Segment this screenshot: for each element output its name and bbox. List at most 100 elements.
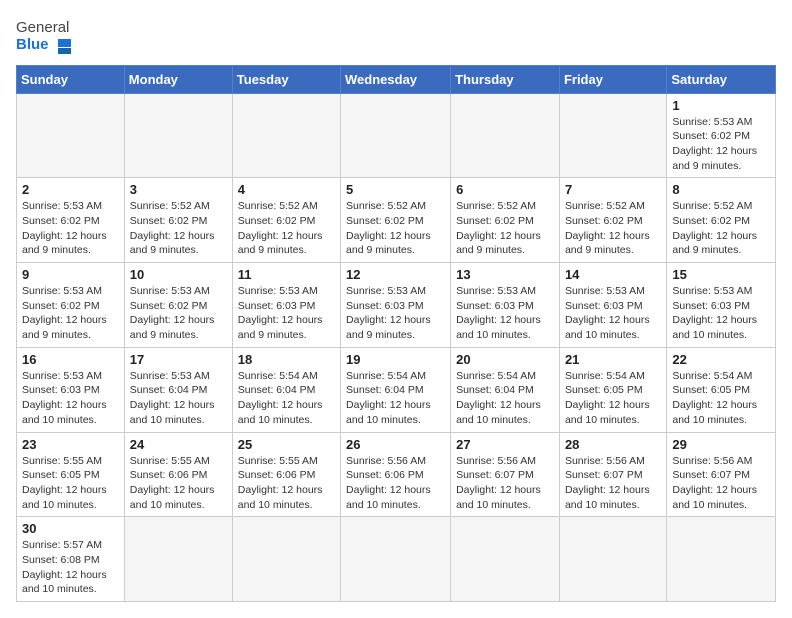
day-info: Sunrise: 5:57 AMSunset: 6:08 PMDaylight:… (22, 538, 119, 597)
day-info: Sunrise: 5:52 AMSunset: 6:02 PMDaylight:… (456, 199, 554, 258)
day-info: Sunrise: 5:53 AMSunset: 6:04 PMDaylight:… (130, 369, 227, 428)
calendar-cell: 20 Sunrise: 5:54 AMSunset: 6:04 PMDayligh… (451, 347, 560, 432)
calendar-cell: 10 Sunrise: 5:53 AMSunset: 6:02 PMDayligh… (124, 263, 232, 348)
day-number: 25 (238, 437, 335, 452)
calendar-cell: 5Sunrise: 5:52 AMSunset: 6:02 PMDaylight… (341, 178, 451, 263)
calendar-cell: 29Sunrise: 5:56 AMSunset: 6:07 PMDayligh… (667, 432, 776, 517)
calendar: SundayMondayTuesdayWednesdayThursdayFrid… (16, 65, 776, 603)
day-number: 21 (565, 352, 661, 367)
day-info: Sunrise: 5:53 AMSunset: 6:02 PMDaylight:… (130, 284, 227, 343)
weekday-header-tuesday: Tuesday (232, 65, 340, 93)
day-number: 26 (346, 437, 445, 452)
calendar-cell: 12 Sunrise: 5:53 AMSunset: 6:03 PMDayligh… (341, 263, 451, 348)
weekday-header-thursday: Thursday (451, 65, 560, 93)
day-number: 16 (22, 352, 119, 367)
day-info: Sunrise: 5:53 AMSunset: 6:03 PMDaylight:… (22, 369, 119, 428)
calendar-cell: 1 Sunrise: 5:53 AMSunset: 6:02 PMDaylight… (667, 93, 776, 178)
day-number: 2 (22, 182, 119, 197)
day-info: Sunrise: 5:54 AMSunset: 6:04 PMDaylight:… (238, 369, 335, 428)
day-info: Sunrise: 5:53 AMSunset: 6:03 PMDaylight:… (346, 284, 445, 343)
day-number: 11 (238, 267, 335, 282)
logo-wrapper: General Blue (16, 20, 71, 55)
calendar-cell: 28 Sunrise: 5:56 AMSunset: 6:07 PMDayligh… (559, 432, 666, 517)
calendar-cell: 27 Sunrise: 5:56 AMSunset: 6:07 PMDayligh… (451, 432, 560, 517)
day-number: 9 (22, 267, 119, 282)
day-number: 3 (130, 182, 227, 197)
logo-triangle-icon (53, 37, 71, 55)
day-info: Sunrise: 5:53 AMSunset: 6:03 PMDaylight:… (456, 284, 554, 343)
day-number: 18 (238, 352, 335, 367)
week-row-5: 23 Sunrise: 5:55 AMSunset: 6:05 PMDayligh… (17, 432, 776, 517)
logo: General Blue (16, 16, 71, 55)
calendar-cell (341, 517, 451, 602)
week-row-4: 16 Sunrise: 5:53 AMSunset: 6:03 PMDayligh… (17, 347, 776, 432)
calendar-cell: 16 Sunrise: 5:53 AMSunset: 6:03 PMDayligh… (17, 347, 125, 432)
weekday-header-friday: Friday (559, 65, 666, 93)
calendar-cell: 13 Sunrise: 5:53 AMSunset: 6:03 PMDayligh… (451, 263, 560, 348)
weekday-header-saturday: Saturday (667, 65, 776, 93)
day-info: Sunrise: 5:53 AMSunset: 6:02 PMDaylight:… (672, 115, 770, 174)
logo-line1: General (16, 20, 69, 37)
calendar-cell (559, 517, 666, 602)
day-number: 14 (565, 267, 661, 282)
day-number: 28 (565, 437, 661, 452)
calendar-cell: 23 Sunrise: 5:55 AMSunset: 6:05 PMDayligh… (17, 432, 125, 517)
calendar-cell: 30 Sunrise: 5:57 AMSunset: 6:08 PMDayligh… (17, 517, 125, 602)
calendar-cell (341, 93, 451, 178)
day-info: Sunrise: 5:52 AMSunset: 6:02 PMDaylight:… (238, 199, 335, 258)
day-info: Sunrise: 5:54 AMSunset: 6:05 PMDaylight:… (565, 369, 661, 428)
day-number: 22 (672, 352, 770, 367)
day-number: 23 (22, 437, 119, 452)
day-info: Sunrise: 5:53 AMSunset: 6:03 PMDaylight:… (238, 284, 335, 343)
calendar-cell: 26 Sunrise: 5:56 AMSunset: 6:06 PMDayligh… (341, 432, 451, 517)
day-info: Sunrise: 5:56 AMSunset: 6:06 PMDaylight:… (346, 454, 445, 513)
header: General Blue (16, 16, 776, 55)
day-info: Sunrise: 5:56 AMSunset: 6:07 PMDaylight:… (565, 454, 661, 513)
calendar-cell (124, 517, 232, 602)
day-number: 7 (565, 182, 661, 197)
day-info: Sunrise: 5:52 AMSunset: 6:02 PMDaylight:… (130, 199, 227, 258)
day-number: 1 (672, 98, 770, 113)
day-number: 4 (238, 182, 335, 197)
week-row-1: 1 Sunrise: 5:53 AMSunset: 6:02 PMDaylight… (17, 93, 776, 178)
day-info: Sunrise: 5:55 AMSunset: 6:06 PMDaylight:… (238, 454, 335, 513)
day-info: Sunrise: 5:55 AMSunset: 6:05 PMDaylight:… (22, 454, 119, 513)
day-number: 13 (456, 267, 554, 282)
calendar-cell: 8Sunrise: 5:52 AMSunset: 6:02 PMDaylight… (667, 178, 776, 263)
calendar-cell (451, 517, 560, 602)
logo-line2: Blue (16, 37, 71, 55)
calendar-cell (559, 93, 666, 178)
day-number: 20 (456, 352, 554, 367)
day-number: 10 (130, 267, 227, 282)
day-info: Sunrise: 5:53 AMSunset: 6:02 PMDaylight:… (22, 199, 119, 258)
calendar-cell: 24Sunrise: 5:55 AMSunset: 6:06 PMDayligh… (124, 432, 232, 517)
calendar-cell: 18 Sunrise: 5:54 AMSunset: 6:04 PMDayligh… (232, 347, 340, 432)
calendar-cell (451, 93, 560, 178)
calendar-cell: 22Sunrise: 5:54 AMSunset: 6:05 PMDayligh… (667, 347, 776, 432)
day-info: Sunrise: 5:54 AMSunset: 6:04 PMDaylight:… (346, 369, 445, 428)
calendar-cell: 21 Sunrise: 5:54 AMSunset: 6:05 PMDayligh… (559, 347, 666, 432)
calendar-cell: 11 Sunrise: 5:53 AMSunset: 6:03 PMDayligh… (232, 263, 340, 348)
weekday-header-sunday: Sunday (17, 65, 125, 93)
week-row-3: 9 Sunrise: 5:53 AMSunset: 6:02 PMDaylight… (17, 263, 776, 348)
day-info: Sunrise: 5:52 AMSunset: 6:02 PMDaylight:… (672, 199, 770, 258)
day-number: 19 (346, 352, 445, 367)
day-info: Sunrise: 5:54 AMSunset: 6:04 PMDaylight:… (456, 369, 554, 428)
day-info: Sunrise: 5:53 AMSunset: 6:03 PMDaylight:… (565, 284, 661, 343)
calendar-cell: 2 Sunrise: 5:53 AMSunset: 6:02 PMDaylight… (17, 178, 125, 263)
day-info: Sunrise: 5:56 AMSunset: 6:07 PMDaylight:… (672, 454, 770, 513)
day-number: 12 (346, 267, 445, 282)
calendar-cell: 6 Sunrise: 5:52 AMSunset: 6:02 PMDaylight… (451, 178, 560, 263)
day-info: Sunrise: 5:56 AMSunset: 6:07 PMDaylight:… (456, 454, 554, 513)
day-number: 27 (456, 437, 554, 452)
calendar-cell: 25 Sunrise: 5:55 AMSunset: 6:06 PMDayligh… (232, 432, 340, 517)
day-number: 17 (130, 352, 227, 367)
calendar-cell (667, 517, 776, 602)
calendar-cell: 9Sunrise: 5:53 AMSunset: 6:02 PMDaylight… (17, 263, 125, 348)
day-number: 30 (22, 521, 119, 536)
weekday-header-wednesday: Wednesday (341, 65, 451, 93)
calendar-cell (232, 517, 340, 602)
day-number: 6 (456, 182, 554, 197)
calendar-cell: 17 Sunrise: 5:53 AMSunset: 6:04 PMDayligh… (124, 347, 232, 432)
calendar-cell: 14 Sunrise: 5:53 AMSunset: 6:03 PMDayligh… (559, 263, 666, 348)
